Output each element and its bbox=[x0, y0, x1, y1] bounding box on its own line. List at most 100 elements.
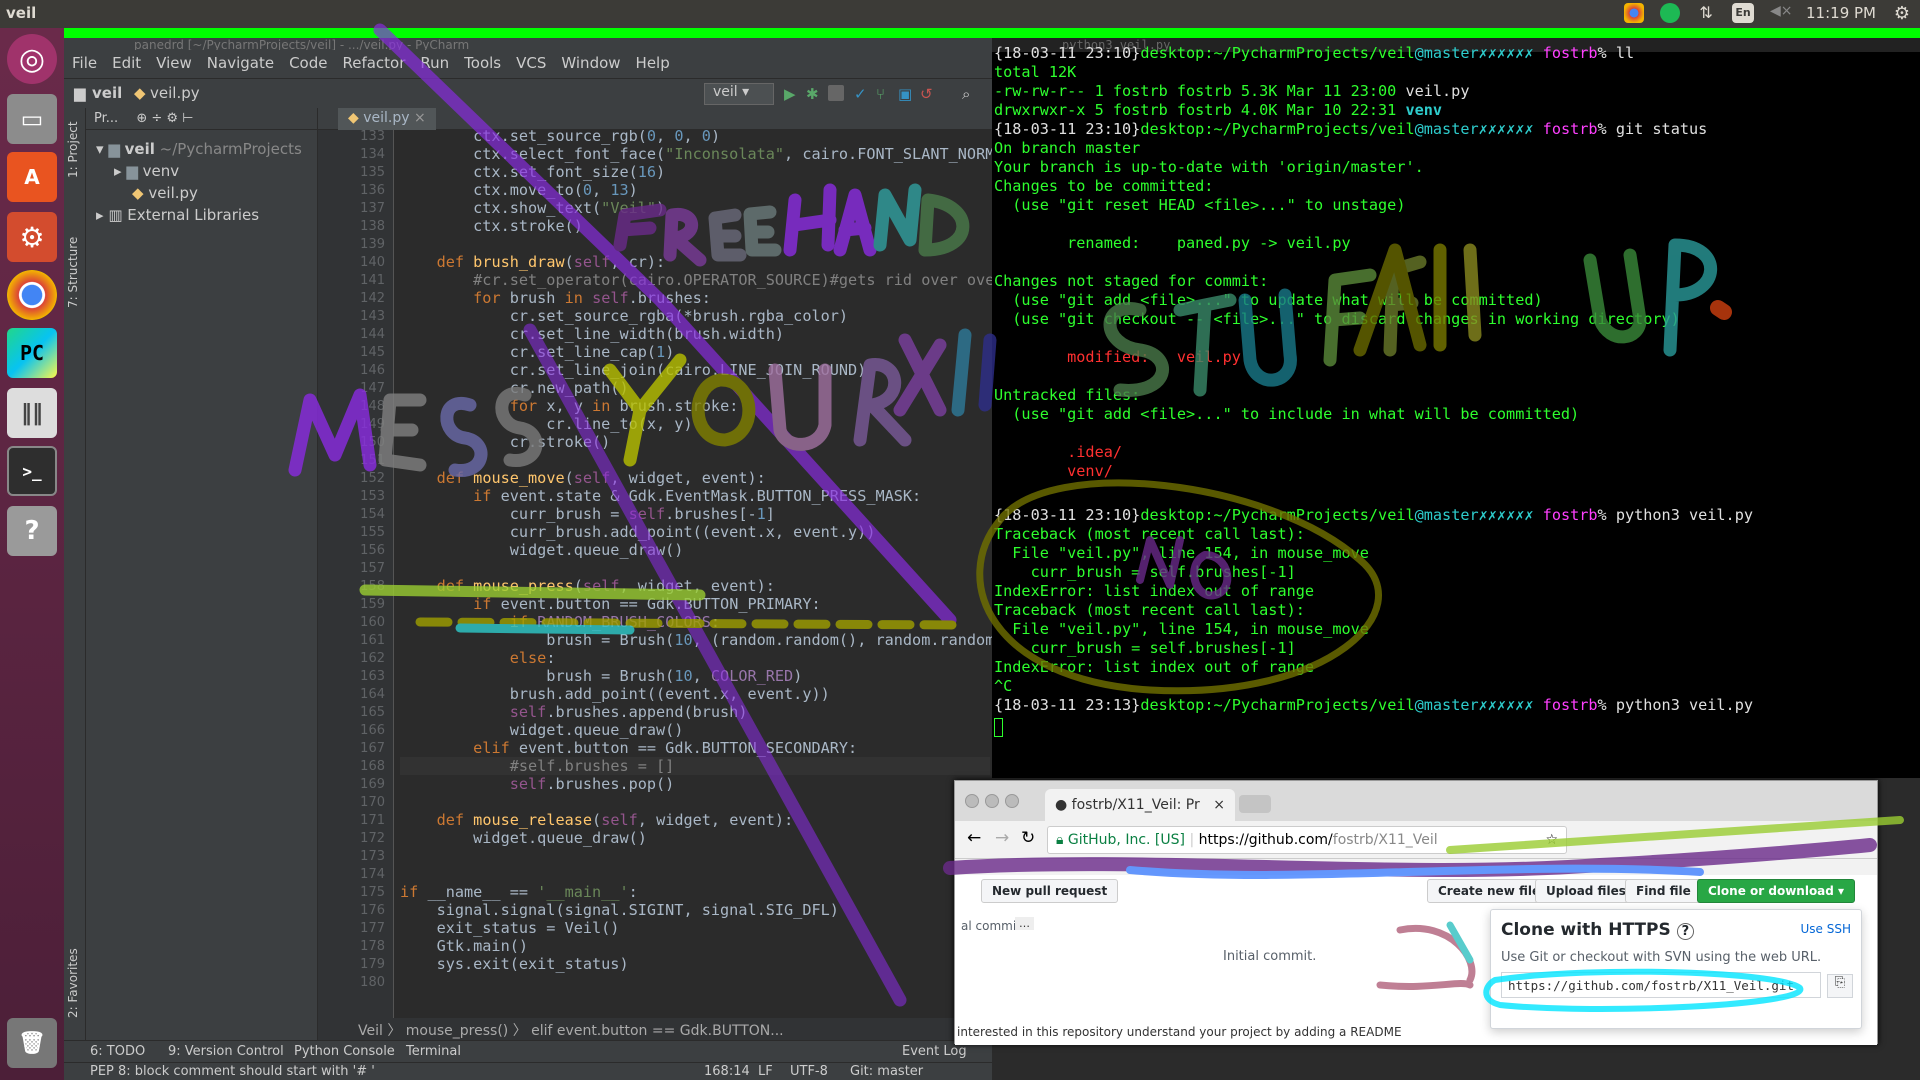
tab-favorites[interactable]: 2: Favorites bbox=[66, 948, 80, 1018]
menu-vcs[interactable]: VCS bbox=[516, 54, 546, 74]
debug-icon[interactable]: ✱ bbox=[806, 85, 822, 103]
tree-external-libraries[interactable]: ▸ ▥ External Libraries bbox=[96, 206, 259, 224]
terminal-cursor bbox=[994, 718, 1003, 737]
help-icon[interactable]: ? bbox=[1676, 923, 1695, 940]
system-settings-icon[interactable]: ⚙ bbox=[7, 212, 57, 262]
line-number: 154 bbox=[360, 507, 385, 522]
terminal-window[interactable]: python3 veil.py {18-03-11 23:10}desktop:… bbox=[992, 38, 1920, 778]
close-window-icon[interactable] bbox=[965, 794, 979, 808]
menu-run[interactable]: Run bbox=[420, 54, 449, 74]
tool-terminal[interactable]: Terminal bbox=[406, 1044, 461, 1059]
vcs-commit-icon[interactable]: ⑂ bbox=[876, 85, 892, 103]
upload-files-button[interactable]: Upload files bbox=[1535, 879, 1637, 903]
star-icon[interactable]: ☆ bbox=[1545, 832, 1558, 848]
run-config-select[interactable]: veil ▾ bbox=[704, 83, 774, 105]
sync-tray-icon[interactable] bbox=[1660, 3, 1681, 23]
code-line: cr.stroke() bbox=[400, 433, 611, 451]
tab-project[interactable]: 1: Project bbox=[66, 121, 80, 178]
use-ssh-link[interactable]: Use SSH bbox=[1801, 922, 1852, 936]
address-bar[interactable]: 🔒︎ GitHub, Inc. [US] | https://github.co… bbox=[1047, 826, 1567, 854]
chrome-icon[interactable] bbox=[7, 270, 57, 320]
status-encoding[interactable]: UTF-8 bbox=[790, 1064, 828, 1079]
menu-window[interactable]: Window bbox=[561, 54, 620, 74]
tab-structure[interactable]: 7: Structure bbox=[66, 237, 80, 308]
back-icon[interactable]: ← bbox=[967, 828, 981, 848]
status-git[interactable]: Git: master bbox=[850, 1064, 923, 1079]
clock[interactable]: 11:19 PM bbox=[1806, 4, 1876, 22]
close-icon[interactable]: × bbox=[414, 110, 426, 126]
tool-version-control[interactable]: 9: Version Control bbox=[168, 1044, 284, 1059]
terminal-line: (use "git add <file>..." to update what … bbox=[994, 291, 1543, 309]
vcs-revert-icon[interactable]: ↺ bbox=[920, 85, 936, 103]
network-icon[interactable]: ⇅ bbox=[1696, 3, 1716, 23]
tree-venv[interactable]: ▸ ▆ venv bbox=[114, 162, 179, 180]
search-icon[interactable]: ⌕ bbox=[962, 85, 978, 103]
menu-code[interactable]: Code bbox=[289, 54, 327, 74]
help-icon[interactable]: ? bbox=[7, 506, 57, 556]
software-center-icon[interactable]: A bbox=[7, 152, 57, 202]
new-tab-button[interactable] bbox=[1239, 795, 1271, 813]
clone-or-download-button[interactable]: Clone or download ▾ bbox=[1697, 879, 1856, 903]
forward-icon[interactable]: → bbox=[995, 828, 1009, 848]
menu-navigate[interactable]: Navigate bbox=[207, 54, 274, 74]
close-icon[interactable]: × bbox=[1213, 797, 1225, 813]
vcs-history-icon[interactable]: ▣ bbox=[898, 85, 914, 103]
tool-event-log[interactable]: Event Log bbox=[902, 1044, 967, 1059]
gear-icon[interactable]: ⚙ bbox=[1892, 3, 1912, 24]
line-number: 162 bbox=[360, 651, 385, 666]
mixer-icon[interactable]: ‖‖ bbox=[7, 388, 57, 438]
status-position[interactable]: 168:14 bbox=[704, 1064, 750, 1079]
pycharm-icon[interactable]: PC bbox=[7, 328, 57, 378]
maximize-window-icon[interactable] bbox=[1005, 794, 1019, 808]
menu-file[interactable]: File bbox=[72, 54, 97, 74]
tree-root[interactable]: ▾ ▆ veil ~/PycharmProjects bbox=[96, 140, 302, 158]
tree-file[interactable]: ◆ veil.py bbox=[132, 184, 198, 202]
clipboard-icon[interactable]: ⎘ bbox=[1827, 974, 1853, 998]
browser-tab[interactable]: ● fostrb/X11_Veil: Pr × bbox=[1045, 789, 1235, 821]
chrome-tray-icon[interactable] bbox=[1624, 3, 1645, 23]
project-view-select[interactable]: Pr... bbox=[94, 111, 118, 126]
tool-todo[interactable]: 6: TODO bbox=[90, 1044, 145, 1059]
bookmarks-bar bbox=[955, 859, 1877, 875]
lock-icon: 🔒︎ bbox=[1056, 832, 1064, 848]
files-icon[interactable]: ▭ bbox=[7, 94, 57, 144]
vcs-update-icon[interactable]: ✓ bbox=[854, 85, 870, 103]
volume-icon[interactable]: ◀× bbox=[1770, 3, 1793, 23]
line-number: 171 bbox=[360, 813, 385, 828]
status-line-separator[interactable]: LF bbox=[758, 1064, 773, 1079]
crumb-statement[interactable]: elif event.button == Gdk.BUTTON... bbox=[531, 1023, 783, 1039]
tool-python-console[interactable]: Python Console bbox=[294, 1044, 395, 1059]
line-number: 138 bbox=[360, 219, 385, 234]
run-icon[interactable]: ▶ bbox=[784, 85, 800, 103]
minimize-window-icon[interactable] bbox=[985, 794, 999, 808]
terminal-icon[interactable]: >_ bbox=[7, 446, 57, 496]
menu-help[interactable]: Help bbox=[636, 54, 670, 74]
dash-icon[interactable]: ◎ bbox=[7, 34, 57, 84]
settings-icon[interactable]: ⊕ ÷ ⚙ ⊢ bbox=[136, 111, 193, 126]
trash-icon[interactable]: 🗑 bbox=[7, 1018, 57, 1068]
tab-veil-py[interactable]: ◆ veil.py × bbox=[338, 108, 436, 130]
code-line: else: bbox=[509, 649, 556, 667]
folder-icon: ▆ bbox=[126, 162, 138, 180]
crumb-method[interactable]: mouse_press() bbox=[406, 1023, 508, 1039]
menu-edit[interactable]: Edit bbox=[112, 54, 141, 74]
reload-icon[interactable]: ↻ bbox=[1021, 828, 1035, 848]
create-new-file-button[interactable]: Create new file bbox=[1427, 879, 1552, 903]
menu-refactor[interactable]: Refactor bbox=[342, 54, 405, 74]
menu-view[interactable]: View bbox=[156, 54, 192, 74]
nav-file[interactable]: veil.py bbox=[150, 84, 200, 102]
nav-project[interactable]: veil bbox=[92, 84, 122, 102]
code-line: brush.add_point((event.x, event.y)) bbox=[400, 685, 830, 703]
crumb-class[interactable]: Veil bbox=[358, 1023, 383, 1039]
line-number: 148 bbox=[360, 399, 385, 414]
stop-icon[interactable] bbox=[828, 85, 844, 101]
find-file-button[interactable]: Find file bbox=[1625, 879, 1702, 903]
commit-expand-button[interactable]: … bbox=[1015, 917, 1034, 930]
initial-commit-link[interactable]: Initial commit. bbox=[1223, 949, 1316, 964]
clone-url-field[interactable]: https://github.com/fostrb/X11_Veil.git bbox=[1501, 972, 1821, 998]
keyboard-layout-icon[interactable]: En bbox=[1732, 3, 1755, 23]
menu-tools[interactable]: Tools bbox=[464, 54, 501, 74]
terminal-line: {18-03-11 23:10}desktop:~/PycharmProject… bbox=[994, 120, 1708, 138]
new-pull-request-button[interactable]: New pull request bbox=[981, 879, 1119, 903]
code-area[interactable]: ctx.set_source_rgb(0, 0, 0) ctx.select_f… bbox=[394, 130, 992, 1018]
